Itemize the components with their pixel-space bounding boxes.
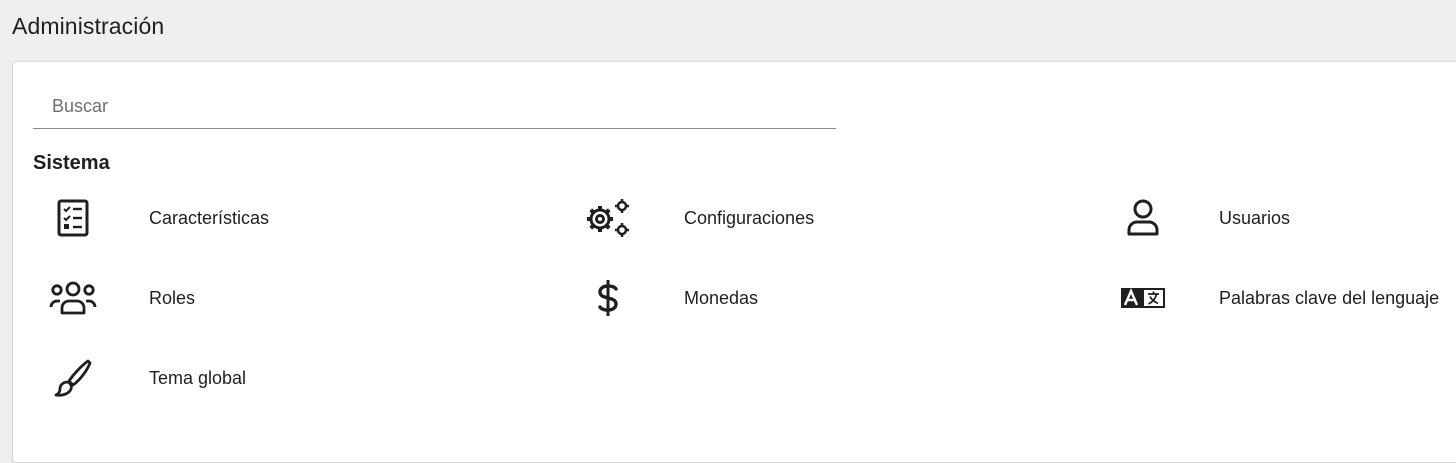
search-field[interactable] — [33, 84, 836, 129]
admin-item-usuarios[interactable]: Usuarios — [1119, 190, 1456, 246]
users-group-icon — [49, 274, 97, 322]
gears-icon — [584, 194, 632, 242]
admin-item-configuraciones[interactable]: Configuraciones — [584, 190, 1064, 246]
page-title: Administración — [12, 13, 165, 39]
admin-item-label: Palabras clave del lenguaje — [1219, 288, 1440, 308]
dollar-icon — [584, 274, 632, 322]
user-icon — [1119, 194, 1167, 242]
admin-item-palabras-clave[interactable]: Palabras clave del lenguaje — [1119, 270, 1456, 326]
admin-item-label: Usuarios — [1219, 208, 1291, 228]
admin-item-label: Tema global — [149, 368, 247, 388]
admin-item-label: Monedas — [684, 288, 759, 308]
language-icon — [1119, 274, 1167, 322]
admin-item-monedas[interactable]: Monedas — [584, 270, 1064, 326]
admin-card: Sistema Características — [12, 61, 1456, 463]
search-input[interactable] — [33, 84, 836, 128]
admin-item-label: Características — [149, 208, 270, 228]
admin-item-label: Roles — [149, 288, 196, 308]
checklist-icon — [49, 194, 97, 242]
admin-item-roles[interactable]: Roles — [49, 270, 529, 326]
admin-item-caracteristicas[interactable]: Características — [49, 190, 529, 246]
admin-item-tema-global[interactable]: Tema global — [49, 350, 529, 406]
admin-item-label: Configuraciones — [684, 208, 815, 228]
brush-icon — [49, 354, 97, 402]
section-title: Sistema — [33, 152, 110, 174]
